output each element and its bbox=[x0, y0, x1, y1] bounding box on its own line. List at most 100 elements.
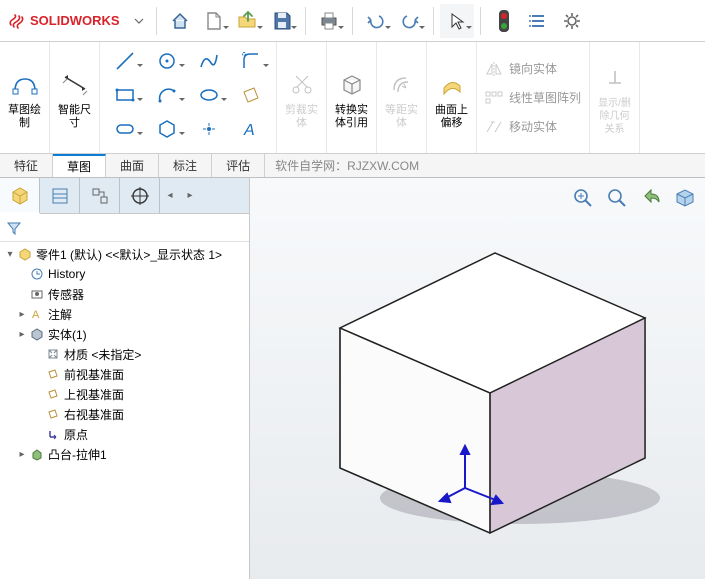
chevron-down-icon[interactable] bbox=[134, 16, 144, 26]
new-button[interactable] bbox=[197, 4, 231, 38]
display-relations-button[interactable]: 显示/删 除几何 关系 bbox=[590, 42, 640, 153]
pattern-icon bbox=[485, 91, 503, 105]
side-tab-right[interactable]: ▸ bbox=[180, 178, 200, 213]
fm-tab-tree[interactable] bbox=[0, 178, 40, 214]
move-button[interactable]: 移动实体 bbox=[483, 115, 583, 138]
fm-tab-config[interactable] bbox=[80, 178, 120, 213]
tree-item-front-plane[interactable]: 前视基准面 bbox=[0, 364, 249, 384]
slot-tool[interactable] bbox=[104, 112, 146, 146]
gear-button[interactable] bbox=[555, 4, 589, 38]
smart-dimension-button[interactable]: 智能尺 寸 bbox=[50, 42, 100, 153]
move-icon bbox=[485, 120, 503, 134]
tab-features[interactable]: 特征 bbox=[0, 154, 53, 177]
traffic-light-icon bbox=[498, 9, 510, 33]
watermark-text: 软件自学网：RJZXW.COM bbox=[265, 154, 429, 177]
convert-entities-button[interactable]: 转换实 体引用 bbox=[327, 42, 377, 153]
model-box bbox=[250, 188, 705, 568]
expand-icon[interactable]: ▸ bbox=[16, 309, 28, 320]
tab-sketch[interactable]: 草图 bbox=[53, 154, 106, 177]
select-button[interactable] bbox=[440, 4, 474, 38]
ribbon: 草图绘 制 智能尺 寸 A 剪裁实 体 转换实 体引用 等距实 体 曲面上 偏移… bbox=[0, 42, 705, 154]
home-button[interactable] bbox=[163, 4, 197, 38]
surface-offset-button[interactable]: 曲面上 偏移 bbox=[427, 42, 477, 153]
filter-bar bbox=[0, 214, 249, 242]
expand-icon[interactable]: ▸ bbox=[16, 449, 28, 460]
graphics-viewport[interactable] bbox=[250, 178, 705, 579]
save-button[interactable] bbox=[265, 4, 299, 38]
text-tool[interactable]: A bbox=[230, 112, 272, 146]
main-area: ◂ ▸ ▾ 零件1 (默认) <<默认>_显示状态 1> History 传感器… bbox=[0, 178, 705, 579]
side-tab-left[interactable]: ◂ bbox=[160, 178, 180, 213]
part-icon bbox=[9, 184, 31, 206]
traffic-light-button[interactable] bbox=[487, 4, 521, 38]
home-icon bbox=[169, 10, 191, 32]
polygon-tool[interactable] bbox=[146, 112, 188, 146]
save-icon bbox=[271, 10, 293, 32]
property-icon bbox=[50, 186, 70, 206]
open-icon bbox=[236, 10, 260, 32]
tree-item-top-plane[interactable]: 上视基准面 bbox=[0, 384, 249, 404]
arc-icon bbox=[155, 83, 179, 107]
tab-evaluate[interactable]: 评估 bbox=[212, 154, 265, 177]
circle-icon bbox=[155, 49, 179, 73]
modify-menu: 镜向实体 线性草图阵列 移动实体 bbox=[477, 42, 589, 153]
scissors-icon bbox=[288, 70, 316, 98]
slot-icon bbox=[113, 117, 137, 141]
spline-icon bbox=[197, 49, 221, 73]
expand-icon[interactable]: ▸ bbox=[16, 329, 28, 340]
tab-annotate[interactable]: 标注 bbox=[159, 154, 212, 177]
ellipse-tool[interactable] bbox=[188, 78, 230, 112]
spline-tool[interactable] bbox=[188, 44, 230, 78]
surface-offset-icon bbox=[438, 70, 466, 98]
line-icon bbox=[113, 49, 137, 73]
sketch-icon bbox=[10, 69, 40, 99]
offset-icon bbox=[388, 70, 416, 98]
tree-item-history[interactable]: History bbox=[0, 264, 249, 284]
print-button[interactable] bbox=[312, 4, 346, 38]
sketch-tools-grid: A bbox=[100, 42, 277, 153]
polygon-icon bbox=[155, 117, 179, 141]
arc-tool[interactable] bbox=[146, 78, 188, 112]
solid-icon bbox=[30, 327, 44, 341]
pattern-button[interactable]: 线性草图阵列 bbox=[483, 86, 583, 109]
rectangle-tool[interactable] bbox=[104, 78, 146, 112]
plane-tool[interactable] bbox=[230, 78, 272, 112]
svg-text:A: A bbox=[243, 122, 255, 139]
feature-tree[interactable]: ▾ 零件1 (默认) <<默认>_显示状态 1> History 传感器 ▸A注… bbox=[0, 242, 249, 579]
tree-item-origin[interactable]: 原点 bbox=[0, 424, 249, 444]
solidworks-icon bbox=[8, 12, 26, 30]
fillet-tool[interactable] bbox=[230, 44, 272, 78]
tree-item-annotations[interactable]: ▸A注解 bbox=[0, 304, 249, 324]
target-icon bbox=[130, 186, 150, 206]
sketch-draw-button[interactable]: 草图绘 制 bbox=[0, 42, 50, 153]
plane-icon bbox=[46, 387, 60, 401]
origin-icon bbox=[46, 427, 60, 441]
fm-tab-dimxpert[interactable] bbox=[120, 178, 160, 213]
circle-tool[interactable] bbox=[146, 44, 188, 78]
part-icon bbox=[18, 247, 32, 261]
offset-button[interactable]: 等距实 体 bbox=[377, 42, 427, 153]
open-button[interactable] bbox=[231, 4, 265, 38]
gear-icon bbox=[562, 11, 582, 31]
tab-surfaces[interactable]: 曲面 bbox=[106, 154, 159, 177]
side-panel-tabs: ◂ ▸ bbox=[0, 178, 249, 214]
tree-item-solids[interactable]: ▸实体(1) bbox=[0, 324, 249, 344]
tree-item-extrude[interactable]: ▸凸台-拉伸1 bbox=[0, 444, 249, 464]
tree-root[interactable]: ▾ 零件1 (默认) <<默认>_显示状态 1> bbox=[0, 244, 249, 264]
fm-tab-property[interactable] bbox=[40, 178, 80, 213]
mirror-button[interactable]: 镜向实体 bbox=[483, 57, 583, 80]
trim-button[interactable]: 剪裁实 体 bbox=[277, 42, 327, 153]
fillet-icon bbox=[240, 50, 262, 72]
collapse-icon[interactable]: ▾ bbox=[4, 249, 16, 260]
list-button[interactable] bbox=[521, 4, 555, 38]
point-tool[interactable] bbox=[188, 112, 230, 146]
plane-icon bbox=[46, 367, 60, 381]
tree-item-right-plane[interactable]: 右视基准面 bbox=[0, 404, 249, 424]
tree-item-sensors[interactable]: 传感器 bbox=[0, 284, 249, 304]
perp-icon bbox=[603, 65, 627, 89]
redo-button[interactable] bbox=[393, 4, 427, 38]
funnel-icon[interactable] bbox=[6, 220, 22, 236]
undo-button[interactable] bbox=[359, 4, 393, 38]
tree-item-material[interactable]: 材质 <未指定> bbox=[0, 344, 249, 364]
line-tool[interactable] bbox=[104, 44, 146, 78]
